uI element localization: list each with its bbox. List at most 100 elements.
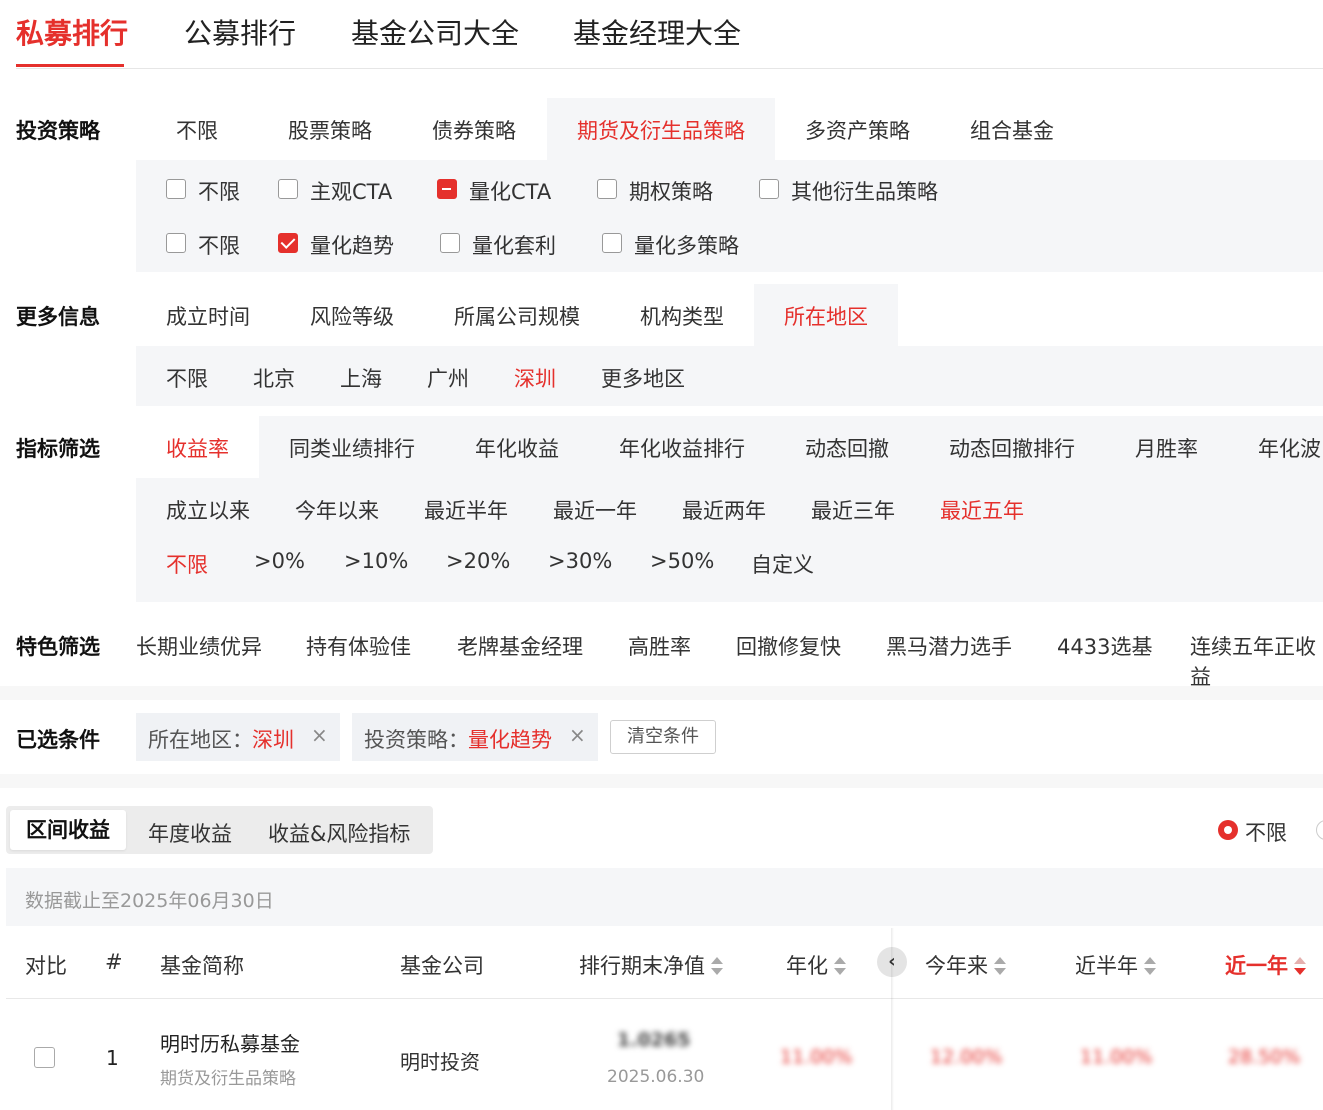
checkbox-subjective-cta[interactable] — [278, 179, 298, 199]
checkbox-label: 量化趋势 — [310, 234, 394, 258]
threshold-any[interactable]: 不限 — [166, 549, 208, 579]
checkbox-options[interactable] — [597, 179, 617, 199]
indicator-tab-volatility[interactable]: 年化波 — [1258, 433, 1321, 463]
result-tab-group: 区间收益 年度收益 收益&风险指标 — [6, 806, 433, 854]
more-tab-region[interactable]: 所在地区 — [784, 301, 868, 331]
tab-annual-return[interactable]: 年度收益 — [148, 818, 232, 848]
selected-chip-region: 所在地区： 深圳 × — [136, 713, 340, 761]
col-company: 基金公司 — [400, 954, 484, 978]
selected-chip-strategy: 投资策略： 量化趋势 × — [352, 713, 598, 761]
checkbox-label: 不限 — [198, 234, 240, 258]
checkbox-other-derivatives[interactable] — [759, 179, 779, 199]
region-subpanel — [136, 346, 1323, 406]
fund-name-link[interactable]: 明时历私募基金 — [160, 1028, 300, 1057]
period-ytd[interactable]: 今年以来 — [295, 495, 379, 525]
checkbox-quant-multi[interactable] — [602, 233, 622, 253]
threshold-0[interactable]: >0% — [254, 549, 305, 573]
indicator-tab-win-rate[interactable]: 月胜率 — [1135, 433, 1198, 463]
featured-4433[interactable]: 4433选基 — [1057, 631, 1152, 661]
more-tab-founded[interactable]: 成立时间 — [166, 301, 250, 331]
featured-holding-experience[interactable]: 持有体验佳 — [306, 631, 411, 661]
strategy-tab-bond[interactable]: 债券策略 — [432, 115, 516, 145]
indicator-tab-drawdown-rank[interactable]: 动态回撤排行 — [949, 433, 1075, 463]
col-ytd[interactable]: 今年来 — [925, 950, 1006, 980]
tab-private-ranking[interactable]: 私募排行 — [16, 12, 128, 52]
period-1y[interactable]: 最近一年 — [553, 495, 637, 525]
col-half-year[interactable]: 近半年 — [1075, 950, 1156, 980]
indicator-tab-annual[interactable]: 年化收益 — [475, 433, 559, 463]
radio-any[interactable] — [1218, 820, 1238, 840]
checkbox-quant-cta[interactable] — [437, 179, 457, 199]
annualized-value: 11.00% — [780, 1046, 853, 1068]
tab-return-risk[interactable]: 收益&风险指标 — [268, 818, 410, 848]
region-beijing[interactable]: 北京 — [253, 363, 295, 393]
threshold-10[interactable]: >10% — [344, 549, 408, 573]
tab-fund-companies[interactable]: 基金公司大全 — [351, 12, 519, 52]
tab-public-ranking[interactable]: 公募排行 — [184, 12, 296, 52]
period-5y[interactable]: 最近五年 — [940, 495, 1024, 525]
clear-conditions-button[interactable]: 清空条件 — [610, 720, 716, 754]
more-tab-risk[interactable]: 风险等级 — [310, 301, 394, 331]
col-annualized[interactable]: 年化 — [786, 950, 846, 980]
more-tab-org-type[interactable]: 机构类型 — [640, 301, 724, 331]
strategy-tab-futures[interactable]: 期货及衍生品策略 — [577, 115, 745, 145]
threshold-30[interactable]: >30% — [548, 549, 612, 573]
half-year-value: 11.00% — [1080, 1046, 1153, 1068]
region-any[interactable]: 不限 — [166, 363, 208, 393]
col-one-year[interactable]: 近一年 — [1225, 950, 1306, 980]
strategy-tab-any[interactable]: 不限 — [176, 115, 218, 145]
more-tab-company-size[interactable]: 所属公司规模 — [454, 301, 580, 331]
sort-icon[interactable] — [711, 957, 723, 975]
checkbox-any-1[interactable] — [166, 179, 186, 199]
featured-fast-recovery[interactable]: 回撤修复快 — [736, 631, 841, 661]
featured-high-win[interactable]: 高胜率 — [628, 631, 691, 661]
region-guangzhou[interactable]: 广州 — [427, 363, 469, 393]
checkbox-any-2[interactable] — [166, 233, 186, 253]
strategy-label: 投资策略 — [16, 119, 100, 143]
checkbox-label: 其他衍生品策略 — [791, 180, 938, 204]
fund-type: 期货及衍生品策略 — [160, 1069, 296, 1089]
indicator-tab-return[interactable]: 收益率 — [166, 433, 229, 463]
featured-long-term[interactable]: 长期业绩优异 — [136, 631, 262, 661]
threshold-20[interactable]: >20% — [446, 549, 510, 573]
sort-icon[interactable] — [1144, 957, 1156, 975]
checkbox-quant-trend[interactable] — [278, 233, 298, 253]
tab-interval-return[interactable]: 区间收益 — [10, 810, 126, 850]
sort-desc-icon[interactable] — [1294, 957, 1306, 975]
threshold-50[interactable]: >50% — [650, 549, 714, 573]
col-ytd-label: 今年来 — [925, 954, 988, 978]
featured-dark-horse[interactable]: 黑马潜力选手 — [886, 631, 1012, 661]
threshold-custom[interactable]: 自定义 — [751, 549, 814, 579]
fund-company-link[interactable]: 明时投资 — [400, 1046, 480, 1075]
checkbox-quant-arbitrage[interactable] — [440, 233, 460, 253]
period-6m[interactable]: 最近半年 — [424, 495, 508, 525]
region-more[interactable]: 更多地区 — [601, 363, 685, 393]
featured-veteran-manager[interactable]: 老牌基金经理 — [457, 631, 583, 661]
close-icon[interactable]: × — [569, 723, 586, 747]
indicator-tab-drawdown[interactable]: 动态回撤 — [805, 433, 889, 463]
radio-any-label: 不限 — [1245, 821, 1287, 845]
radio-other[interactable] — [1316, 820, 1323, 840]
compare-checkbox[interactable] — [34, 1047, 55, 1068]
period-2y[interactable]: 最近两年 — [682, 495, 766, 525]
sort-icon[interactable] — [994, 957, 1006, 975]
checkbox-label: 不限 — [198, 180, 240, 204]
featured-label: 特色筛选 — [16, 635, 100, 659]
close-icon[interactable]: × — [311, 723, 328, 747]
featured-five-year-positive[interactable]: 连续五年正收益 — [1190, 631, 1323, 691]
strategy-tab-multi-asset[interactable]: 多资产策略 — [805, 115, 910, 145]
fixed-column-shadow — [891, 928, 894, 1110]
strategy-tab-stock[interactable]: 股票策略 — [288, 115, 372, 145]
tab-fund-managers[interactable]: 基金经理大全 — [573, 12, 741, 52]
col-one-year-label: 近一年 — [1225, 954, 1288, 978]
strategy-tab-fof[interactable]: 组合基金 — [970, 115, 1054, 145]
indicator-tab-annual-rank[interactable]: 年化收益排行 — [619, 433, 745, 463]
region-shenzhen[interactable]: 深圳 — [514, 363, 556, 393]
checkbox-label: 主观CTA — [310, 180, 393, 204]
period-since-inception[interactable]: 成立以来 — [166, 495, 250, 525]
col-nav[interactable]: 排行期末净值 — [579, 950, 723, 980]
indicator-tab-peer-rank[interactable]: 同类业绩排行 — [289, 433, 415, 463]
period-3y[interactable]: 最近三年 — [811, 495, 895, 525]
sort-icon[interactable] — [834, 957, 846, 975]
region-shanghai[interactable]: 上海 — [340, 363, 382, 393]
